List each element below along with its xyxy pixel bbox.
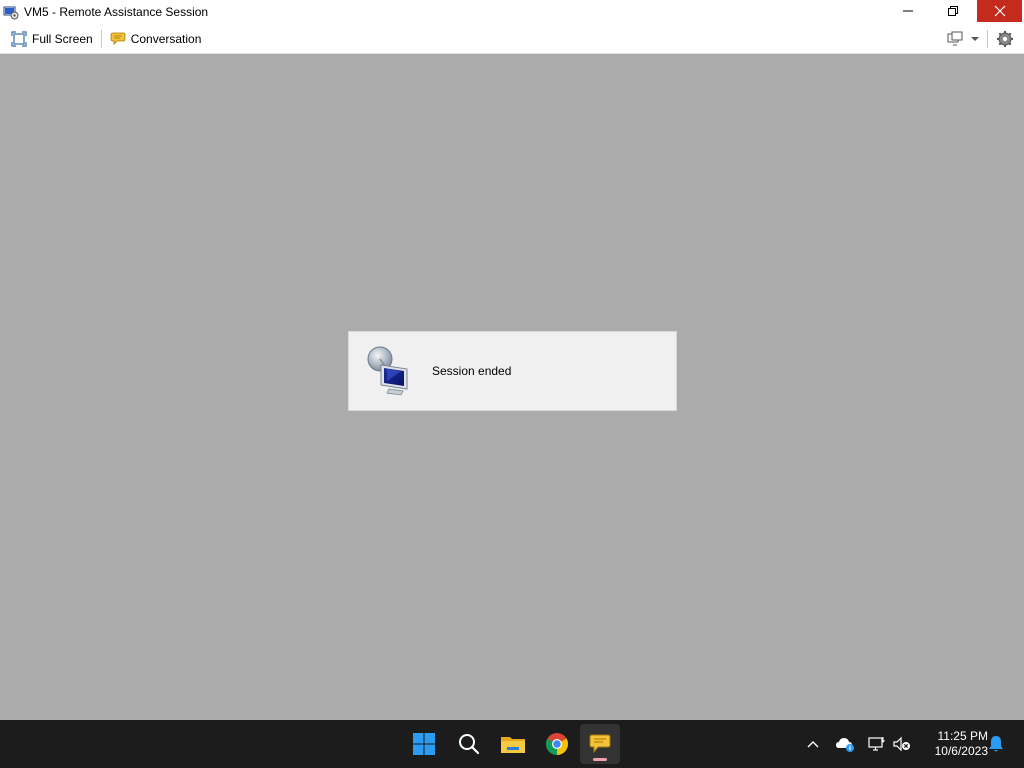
- onedrive-tray-button[interactable]: [833, 732, 857, 756]
- chrome-icon: [546, 733, 568, 755]
- taskbar-clock[interactable]: 11:25 PM 10/6/2023: [918, 729, 988, 759]
- title-bar: VM5 - Remote Assistance Session: [0, 0, 1024, 24]
- remote-assistance-large-icon: [365, 345, 413, 397]
- taskbar-search-button[interactable]: [449, 724, 489, 764]
- clock-date: 10/6/2023: [934, 744, 988, 758]
- taskbar-remote-assistance[interactable]: [580, 724, 620, 764]
- minimize-button[interactable]: [885, 0, 930, 22]
- show-hidden-icons-button[interactable]: [801, 732, 825, 756]
- windows-start-icon: [413, 733, 435, 755]
- minimize-icon: [902, 10, 913, 12]
- close-button[interactable]: [977, 0, 1022, 22]
- taskbar-file-explorer[interactable]: [493, 724, 533, 764]
- bell-icon: [989, 736, 1003, 752]
- full-screen-label: Full Screen: [32, 31, 93, 46]
- active-app-indicator: [593, 758, 607, 761]
- network-monitor-icon: [868, 737, 885, 751]
- full-screen-button[interactable]: Full Screen: [7, 26, 97, 52]
- volume-tray-button[interactable]: [890, 732, 914, 756]
- session-status-message: Session ended: [432, 364, 512, 378]
- conversation-icon: [110, 31, 126, 47]
- conversation-label: Conversation: [130, 31, 202, 46]
- folder-icon: [501, 737, 525, 753]
- remote-assistance-icon: [589, 734, 611, 754]
- session-status-panel: Session ended: [348, 331, 677, 411]
- conversation-button[interactable]: Conversation: [106, 26, 206, 52]
- taskbar: [0, 720, 1024, 768]
- full-screen-icon: [11, 30, 27, 47]
- gear-icon: [997, 31, 1013, 47]
- toolbar-right-group: [945, 24, 1024, 54]
- start-button[interactable]: [404, 724, 444, 764]
- close-icon: [994, 5, 1005, 17]
- window-title: VM5 - Remote Assistance Session: [24, 5, 209, 19]
- chevron-down-icon: [971, 37, 979, 41]
- restore-icon: [947, 6, 958, 16]
- chevron-up-icon: [807, 741, 819, 748]
- remote-assistance-app-icon[interactable]: [3, 4, 19, 20]
- settings-button[interactable]: [992, 26, 1018, 52]
- toolbar-divider-right: [987, 30, 988, 48]
- search-icon: [459, 734, 480, 755]
- taskbar-chrome[interactable]: [537, 724, 577, 764]
- monitor-icon: [947, 31, 963, 46]
- volume-muted-icon: [893, 736, 910, 752]
- clock-time: 11:25 PM: [937, 729, 988, 743]
- display-options-button[interactable]: [945, 26, 967, 52]
- toolbar-divider: [100, 29, 102, 48]
- cloud-info-icon: [836, 738, 854, 752]
- display-options-dropdown[interactable]: [967, 26, 983, 52]
- restore-button[interactable]: [930, 0, 975, 22]
- network-tray-button[interactable]: [865, 732, 889, 756]
- toolbar: Full Screen Conversation: [0, 24, 1024, 54]
